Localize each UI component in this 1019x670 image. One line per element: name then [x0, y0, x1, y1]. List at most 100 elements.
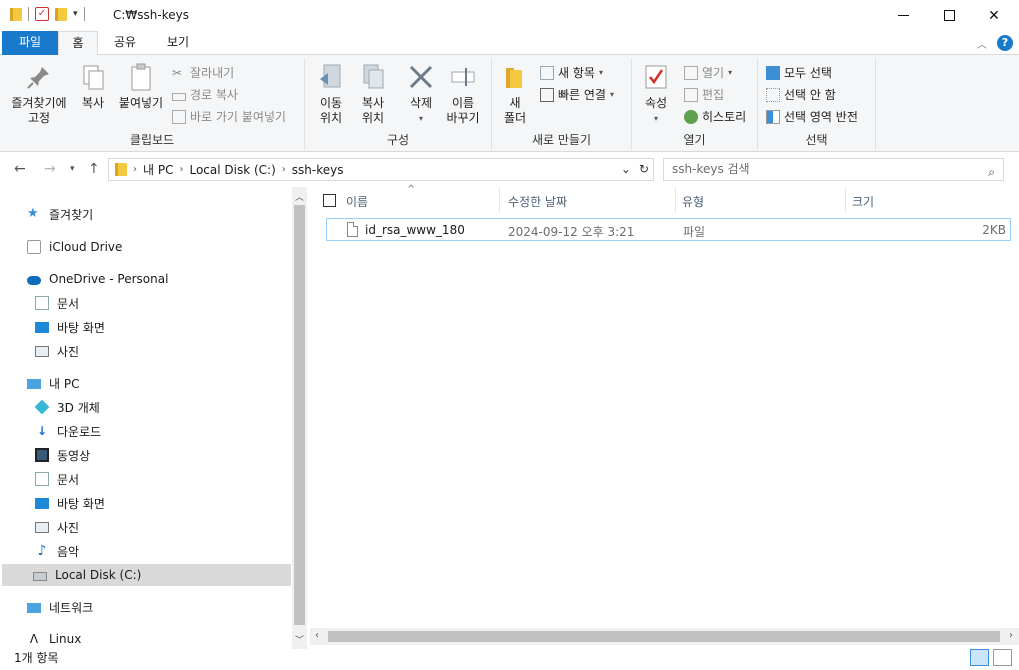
scroll-left-icon[interactable]: ‹	[315, 630, 319, 641]
scroll-right-icon[interactable]: ›	[1009, 630, 1013, 641]
star-icon: ★	[27, 206, 39, 221]
properties-check-icon[interactable]: ✓	[35, 7, 49, 21]
new-folder-icon[interactable]	[55, 7, 67, 21]
forward-button[interactable]: →	[44, 161, 56, 177]
properties-button[interactable]: 속성 ▾	[640, 62, 672, 126]
column-divider[interactable]	[499, 187, 500, 213]
file-list-scrollbar[interactable]: ‹ ›	[310, 628, 1019, 645]
horizontal-scroll-thumb[interactable]	[328, 631, 1000, 642]
nav-onedrive-pictures[interactable]: 사진	[35, 340, 79, 362]
scroll-up-icon[interactable]: ︿	[295, 190, 304, 203]
open-button[interactable]: 열기 ▾	[684, 64, 732, 81]
new-folder-label: 새 폴더	[503, 96, 527, 125]
nav-desktop[interactable]: 바탕 화면	[35, 492, 105, 514]
breadcrumb-separator-icon[interactable]: ›	[282, 164, 286, 175]
paste-button[interactable]: 붙여넣기	[114, 62, 168, 111]
nav-scrollbar[interactable]: ︿ ﹀	[292, 187, 307, 649]
move-to-button[interactable]: 이동 위치	[311, 62, 351, 126]
breadcrumb-separator-icon[interactable]: ›	[179, 164, 183, 175]
new-folder-button[interactable]: 새 폴더	[500, 62, 530, 126]
refresh-icon[interactable]: ↻	[639, 162, 649, 176]
edit-button[interactable]: 편집	[684, 86, 724, 103]
invert-selection-button[interactable]: 선택 영역 반전	[766, 108, 858, 125]
nav-pictures[interactable]: 사진	[35, 516, 79, 538]
breadcrumb-this-pc[interactable]: 내 PC	[143, 161, 173, 178]
file-date: 2024-09-12 오후 3:21	[508, 225, 635, 239]
rename-button[interactable]: 이름 바꾸기	[443, 62, 483, 126]
tab-view[interactable]: 보기	[156, 31, 200, 55]
nav-scroll-thumb[interactable]	[294, 205, 305, 625]
select-all-icon	[766, 65, 780, 80]
delete-button[interactable]: 삭제 ▾	[403, 62, 439, 126]
3d-objects-icon	[34, 399, 50, 415]
maximize-button[interactable]	[926, 0, 972, 31]
back-button[interactable]: ←	[14, 161, 26, 177]
file-list-header: ^ 이름 수정한 날짜 유형 크기	[310, 184, 1015, 213]
nav-label: 즐겨찾기	[49, 207, 94, 222]
pin-to-quick-access-button[interactable]: 즐겨찾기에 고정	[6, 62, 72, 126]
collapse-ribbon-icon[interactable]: ︿	[977, 36, 987, 51]
select-all-button[interactable]: 모두 선택	[766, 64, 832, 81]
breadcrumb-ssh-keys[interactable]: ssh-keys	[292, 163, 344, 177]
column-name[interactable]: 이름	[346, 193, 368, 210]
nav-onedrive-documents[interactable]: 문서	[35, 292, 79, 314]
nav-onedrive[interactable]: OneDrive - Personal	[27, 268, 168, 290]
address-dropdown-icon[interactable]: ⌄	[621, 162, 631, 176]
organize-group: 이동 위치 복사 위치 삭제 ▾ 이름 바꾸기 구성	[305, 58, 492, 150]
nav-music[interactable]: ♪ 음악	[35, 540, 80, 562]
history-button[interactable]: 히스토리	[684, 108, 746, 125]
nav-local-disk-c[interactable]: Local Disk (C:)	[2, 564, 291, 586]
recent-locations-dropdown-icon[interactable]: ▾	[70, 164, 75, 174]
column-date-modified[interactable]: 수정한 날짜	[508, 193, 567, 210]
select-none-button[interactable]: 선택 안 함	[766, 86, 836, 103]
up-button[interactable]: ↑	[88, 161, 100, 177]
nav-onedrive-desktop[interactable]: 바탕 화면	[35, 316, 105, 338]
large-icons-view-icon[interactable]	[993, 649, 1012, 666]
cut-button[interactable]: ✂ 잘라내기	[172, 64, 234, 81]
tab-file[interactable]: 파일	[2, 31, 58, 55]
column-divider[interactable]	[845, 187, 846, 213]
search-icon[interactable]: ⌕	[988, 162, 995, 183]
search-input[interactable]: ssh-keys 검색 ⌕	[663, 158, 1004, 181]
nav-videos[interactable]: 동영상	[35, 444, 90, 466]
nav-label: 다운로드	[57, 424, 102, 439]
help-icon[interactable]: ?	[997, 35, 1013, 51]
nav-documents[interactable]: 문서	[35, 468, 79, 490]
copy-to-icon	[358, 62, 388, 92]
details-view-icon[interactable]	[970, 649, 989, 666]
select-all-checkbox[interactable]	[323, 194, 336, 207]
nav-3d-objects[interactable]: 3D 개체	[34, 396, 100, 418]
column-type[interactable]: 유형	[682, 193, 704, 210]
copy-button[interactable]: 복사	[76, 62, 110, 111]
delete-dropdown-icon[interactable]: ▾	[403, 111, 439, 126]
copy-path-button[interactable]: 경로 복사	[172, 86, 238, 103]
scroll-down-icon[interactable]: ﹀	[295, 633, 304, 646]
documents-icon	[35, 296, 49, 310]
nav-downloads[interactable]: ↓ 다운로드	[35, 420, 101, 442]
tab-home[interactable]: 홈	[58, 31, 98, 56]
easy-access-button[interactable]: 빠른 연결 ▾	[540, 86, 614, 103]
minimize-button[interactable]	[880, 0, 926, 31]
nav-quick-access[interactable]: ★ 즐겨찾기	[27, 203, 93, 225]
breadcrumb-separator-icon[interactable]: ›	[133, 164, 137, 175]
nav-linux[interactable]: Λ Linux	[27, 628, 81, 649]
address-bar[interactable]: › 내 PC › Local Disk (C:) › ssh-keys ⌄ ↻	[108, 158, 654, 181]
column-size[interactable]: 크기	[852, 193, 874, 210]
properties-dropdown-icon[interactable]: ▾	[640, 111, 672, 126]
select-none-label: 선택 안 함	[784, 88, 836, 102]
nav-this-pc[interactable]: 내 PC	[27, 372, 79, 394]
tab-share[interactable]: 공유	[104, 31, 146, 55]
copy-to-button[interactable]: 복사 위치	[353, 62, 393, 126]
ribbon-tabs: 파일 홈 공유 보기	[0, 31, 1019, 56]
customize-toolbar-dropdown-icon[interactable]: ▾	[73, 9, 78, 19]
nav-network[interactable]: 네트워크	[27, 596, 93, 618]
new-item-button[interactable]: 새 항목 ▾	[540, 64, 603, 81]
new-item-dropdown-icon: ▾	[598, 68, 603, 77]
breadcrumb-local-disk[interactable]: Local Disk (C:)	[189, 163, 275, 177]
close-button[interactable]: ✕	[971, 0, 1017, 31]
nav-icloud-drive[interactable]: iCloud Drive	[27, 236, 122, 258]
paste-shortcut-button[interactable]: 바로 가기 붙여넣기	[172, 108, 286, 125]
folder-icon	[115, 163, 127, 176]
column-divider[interactable]	[675, 187, 676, 213]
file-row[interactable]: id_rsa_www_180 2024-09-12 오후 3:21 파일 2KB	[326, 218, 1011, 241]
